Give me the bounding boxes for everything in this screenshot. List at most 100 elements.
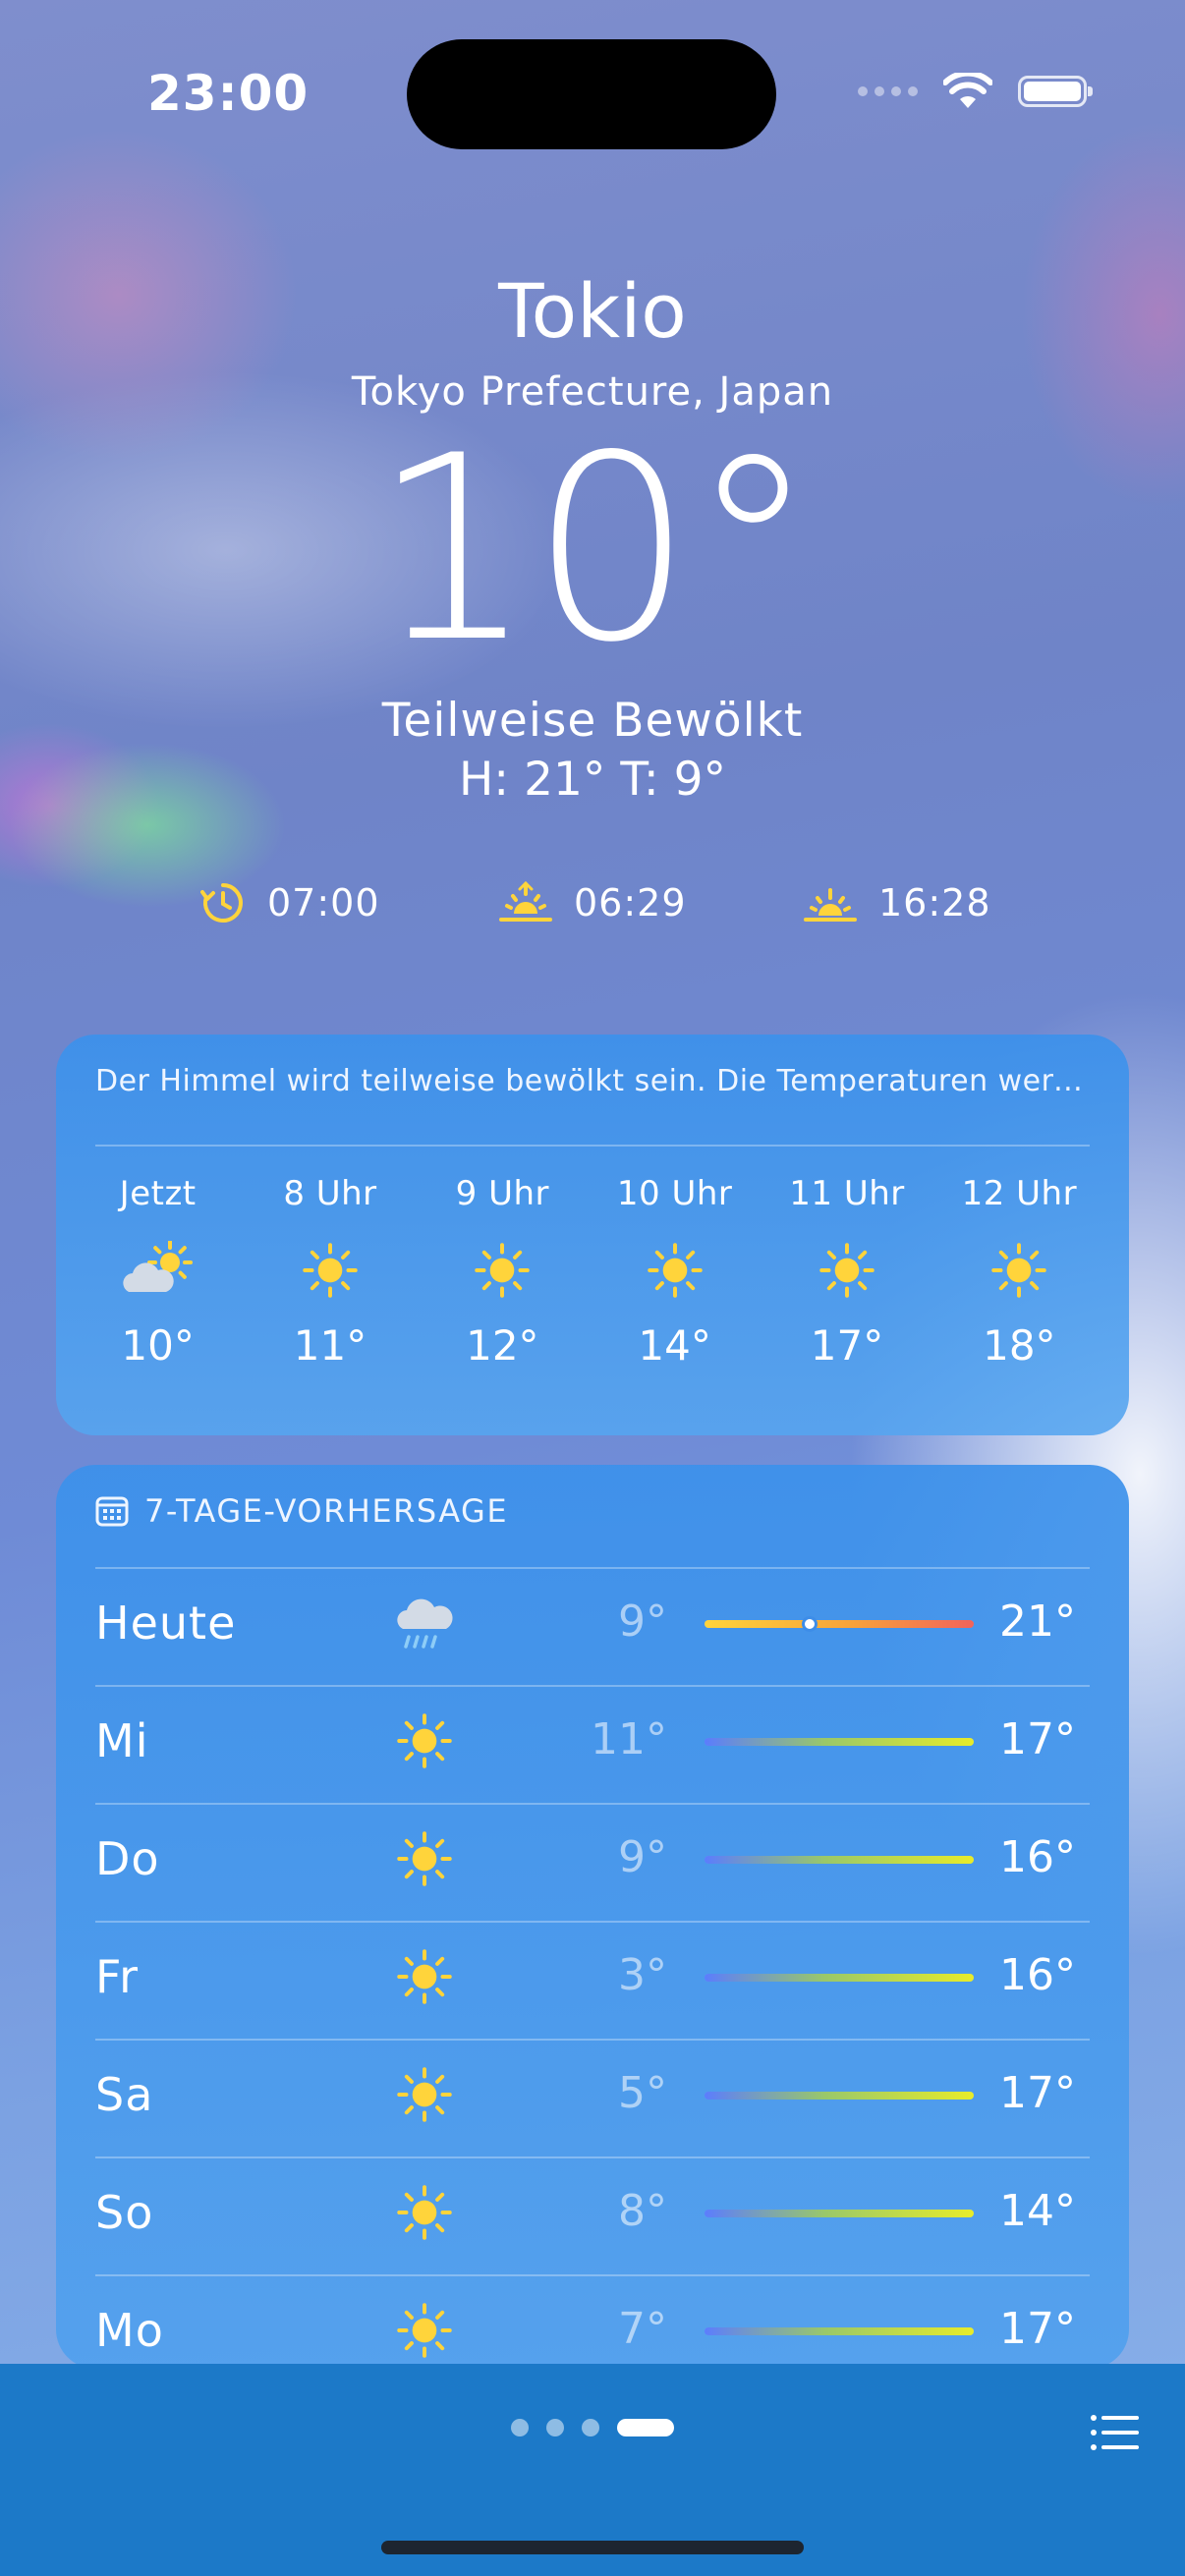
sunset-time: 16:28 [878, 881, 991, 924]
daily-row[interactable]: Fr 3° 16° [95, 1921, 1090, 2039]
page-indicator[interactable] [0, 2419, 1185, 2436]
divider [95, 2156, 1090, 2158]
forecast-summary: Der Himmel wird teilweise bewölkt sein. … [95, 1064, 1090, 1098]
sunrise-info: 06:29 [499, 880, 687, 925]
sun-icon [423, 1241, 581, 1300]
daily-forecast-card[interactable]: 7-TAGE-VORHERSAGE Heute 9° 21° Mi 11° 17… [56, 1465, 1129, 2369]
hour-temperature: 18° [983, 1321, 1056, 1370]
hourly-item: 10 Uhr 14° [596, 1174, 754, 1370]
high-low-temperature: H: 21° T: 9° [458, 753, 727, 807]
high-temperature: 17° [999, 2068, 1076, 2118]
high-temperature: 16° [999, 1950, 1076, 2000]
divider [95, 1921, 1090, 1923]
status-time: 23:00 [147, 65, 310, 122]
battery-icon [1018, 76, 1093, 107]
high-temperature: 14° [999, 2186, 1076, 2236]
sunset-info: 16:28 [804, 880, 991, 925]
dynamic-island [407, 39, 776, 149]
city-list-button[interactable] [1085, 2403, 1144, 2462]
temperature-range-fill [705, 1620, 974, 1628]
day-name: So [95, 2186, 154, 2239]
hour-temperature: 11° [293, 1321, 367, 1370]
low-temperature: 8° [618, 2186, 667, 2236]
sun-info-row: 07:00 06:29 16:28 [0, 880, 1185, 931]
cellular-signal-icon [858, 86, 918, 96]
hour-label: 11 Uhr [789, 1174, 905, 1213]
low-temperature: 5° [618, 2068, 667, 2118]
hourly-item: 11 Uhr 17° [768, 1174, 926, 1370]
divider [95, 1685, 1090, 1687]
current-temperature-dot [801, 1616, 818, 1632]
calendar-icon [95, 1496, 129, 1527]
high-temperature: 17° [999, 1714, 1076, 1764]
low-temperature: 9° [618, 1832, 667, 1882]
clock-time: 07:00 [267, 881, 380, 924]
sun-icon [940, 1241, 1098, 1300]
daily-row[interactable]: Sa 5° 17° [95, 2039, 1090, 2156]
hour-label: 12 Uhr [961, 1174, 1078, 1213]
day-name: Mi [95, 1714, 149, 1767]
high-temperature: 17° [999, 2304, 1076, 2354]
page-dot[interactable] [546, 2419, 564, 2436]
hour-temperature: 10° [121, 1321, 195, 1370]
divider [95, 2039, 1090, 2041]
sun-icon [768, 1241, 926, 1300]
rain-icon [390, 1589, 459, 1657]
daily-row[interactable]: So 8° 14° [95, 2156, 1090, 2274]
low-temperature: 9° [618, 1596, 667, 1647]
sun-icon [596, 1241, 754, 1300]
divider [95, 1145, 1090, 1147]
sunrise-icon [499, 880, 552, 922]
sun-icon [252, 1241, 409, 1300]
low-temperature: 7° [618, 2304, 667, 2354]
page-dot-active[interactable] [617, 2419, 674, 2436]
day-name: Sa [95, 2068, 154, 2121]
daily-forecast-title: 7-TAGE-VORHERSAGE [144, 1492, 509, 1530]
divider [95, 1803, 1090, 1805]
sun-icon [390, 1824, 459, 1893]
temperature-range-bar [705, 1738, 974, 1746]
sun-icon [390, 2060, 459, 2129]
day-name: Heute [95, 1596, 237, 1650]
home-indicator[interactable] [381, 2541, 804, 2554]
temperature-range-bar [705, 1616, 974, 1632]
hourly-item: Jetzt 10° [80, 1174, 237, 1370]
current-condition: Teilweise Bewölkt [381, 694, 804, 748]
day-name: Mo [95, 2304, 164, 2357]
day-name: Do [95, 1832, 160, 1885]
status-icons [858, 73, 1093, 110]
sun-icon [390, 2296, 459, 2365]
hour-label: Jetzt [119, 1174, 197, 1213]
temperature-range-fill [705, 1974, 974, 1982]
daily-forecast-header: 7-TAGE-VORHERSAGE [95, 1492, 508, 1530]
bottom-toolbar [0, 2364, 1185, 2576]
daily-row[interactable]: Mi 11° 17° [95, 1685, 1090, 1803]
sunset-icon [804, 888, 857, 922]
list-icon [1091, 2415, 1139, 2450]
day-name: Fr [95, 1950, 140, 2003]
hourly-forecast-card[interactable]: Der Himmel wird teilweise bewölkt sein. … [56, 1035, 1129, 1435]
temperature-range-fill [705, 1738, 974, 1746]
hour-label: 9 Uhr [455, 1174, 549, 1213]
hour-temperature: 12° [466, 1321, 539, 1370]
daily-row[interactable]: Mo 7° 17° [95, 2274, 1090, 2369]
wifi-icon [943, 73, 992, 108]
temperature-range-bar [705, 1974, 974, 1982]
temperature-range-fill [705, 1856, 974, 1864]
daily-row[interactable]: Heute 9° 21° [95, 1567, 1090, 1685]
sun-icon [390, 2178, 459, 2247]
daily-row[interactable]: Do 9° 16° [95, 1803, 1090, 1921]
low-temperature: 11° [591, 1714, 667, 1764]
page-dot[interactable] [582, 2419, 599, 2436]
sun-icon [390, 1707, 459, 1775]
hourly-item: 8 Uhr 11° [252, 1174, 409, 1370]
temperature-range-fill [705, 2210, 974, 2217]
page-dot[interactable] [511, 2419, 529, 2436]
hour-label: 8 Uhr [283, 1174, 377, 1213]
temperature-range-bar [705, 2210, 974, 2217]
temperature-range-bar [705, 1856, 974, 1864]
clock-info: 07:00 [200, 880, 380, 925]
temperature-range-fill [705, 2092, 974, 2100]
high-temperature: 16° [999, 1832, 1076, 1882]
divider [95, 1567, 1090, 1569]
